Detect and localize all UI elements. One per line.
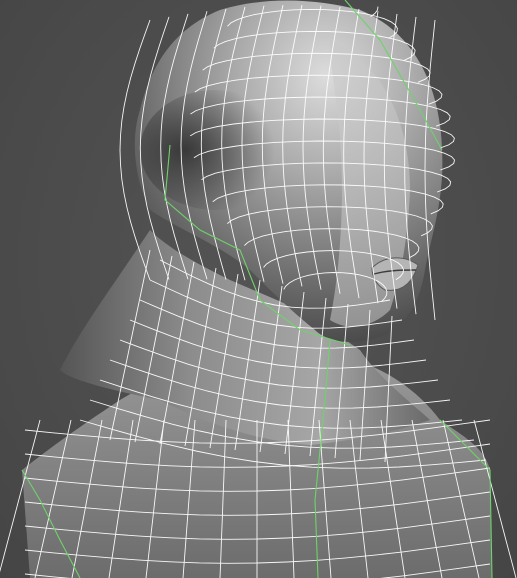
3d-viewport[interactable] [0,0,517,578]
model-view-svg[interactable] [0,0,517,578]
